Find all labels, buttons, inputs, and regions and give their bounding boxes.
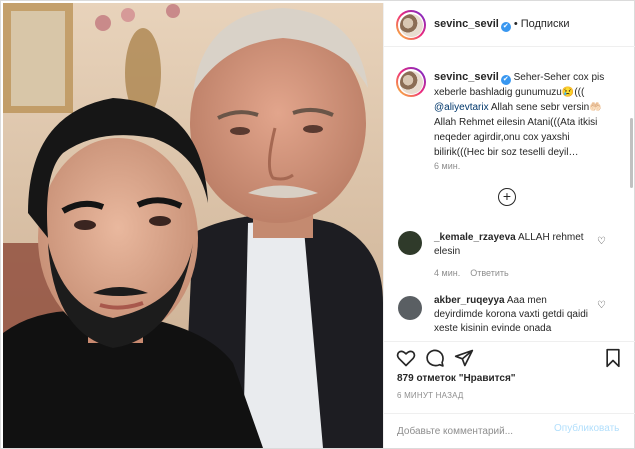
post-side-panel: sevinc_sevil ✔ • Подписки sevinc_sevil ✔ Seh… — [383, 3, 635, 448]
caption-time[interactable]: 6 мин. — [434, 161, 460, 171]
comment-reply-button[interactable]: Ответить — [470, 268, 508, 278]
verified-badge-icon: ✔ — [500, 22, 511, 32]
load-more-comments-icon[interactable]: + — [498, 188, 516, 206]
header-separator: • — [513, 18, 518, 30]
comment-text: akber_ruqeyya Aaa men deyirdimde korona … — [434, 294, 594, 336]
caption-username[interactable]: sevinc_sevil — [434, 71, 499, 83]
comment-icon[interactable] — [425, 348, 445, 368]
comment-input[interactable] — [397, 423, 557, 439]
publish-button[interactable]: Опубликовать — [554, 423, 619, 434]
comments-scrollbar[interactable] — [630, 118, 633, 188]
comment-username[interactable]: akber_ruqeyya — [434, 295, 505, 306]
comment-text: _kemale_rzayeva ALLAH rehmet elesin — [434, 231, 594, 259]
caption-text: sevinc_sevil ✔ Seher-Seher cox pis xeberl… — [434, 70, 616, 160]
author-line: sevinc_sevil ✔ • Подписки — [434, 18, 569, 32]
post-photo-image — [3, 3, 383, 448]
following-button[interactable]: Подписки — [521, 18, 570, 30]
comment-like-icon[interactable]: ♡ — [597, 236, 606, 247]
comment-meta: 4 мин. Ответить — [434, 268, 519, 278]
comments-list[interactable]: sevinc_sevil ✔ Seher-Seher cox pis xeberl… — [384, 48, 635, 341]
caption-mention-link[interactable]: @aliyevtarix — [434, 102, 489, 113]
author-avatar[interactable] — [396, 10, 426, 40]
comment-avatar[interactable] — [398, 296, 422, 320]
likes-label: отметок "Нравится" — [416, 373, 516, 384]
share-icon[interactable] — [454, 348, 474, 368]
bookmark-icon[interactable] — [603, 348, 623, 368]
add-comment-section: Опубликовать — [384, 413, 635, 448]
author-username[interactable]: sevinc_sevil — [434, 18, 499, 30]
comment-avatar[interactable] — [398, 231, 422, 255]
caption-avatar[interactable] — [396, 67, 426, 97]
post-actions: 879 отметок "Нравится" 6 МИНУТ НАЗАД — [384, 341, 635, 413]
comment-time[interactable]: 4 мин. — [434, 268, 460, 278]
post-photo[interactable] — [3, 3, 383, 448]
likes-number: 879 — [397, 373, 414, 384]
likes-count[interactable]: 879 отметок "Нравится" — [397, 373, 516, 384]
comment-like-icon[interactable]: ♡ — [597, 300, 606, 311]
post-timestamp[interactable]: 6 МИНУТ НАЗАД — [397, 391, 464, 400]
instagram-post-modal: sevinc_sevil ✔ • Подписки sevinc_sevil ✔ Seh… — [0, 0, 635, 449]
caption-verified-icon: ✔ — [500, 75, 511, 85]
comment-username[interactable]: _kemale_rzayeva — [434, 232, 516, 243]
heart-icon[interactable] — [396, 348, 416, 368]
post-header: sevinc_sevil ✔ • Подписки — [384, 3, 635, 47]
